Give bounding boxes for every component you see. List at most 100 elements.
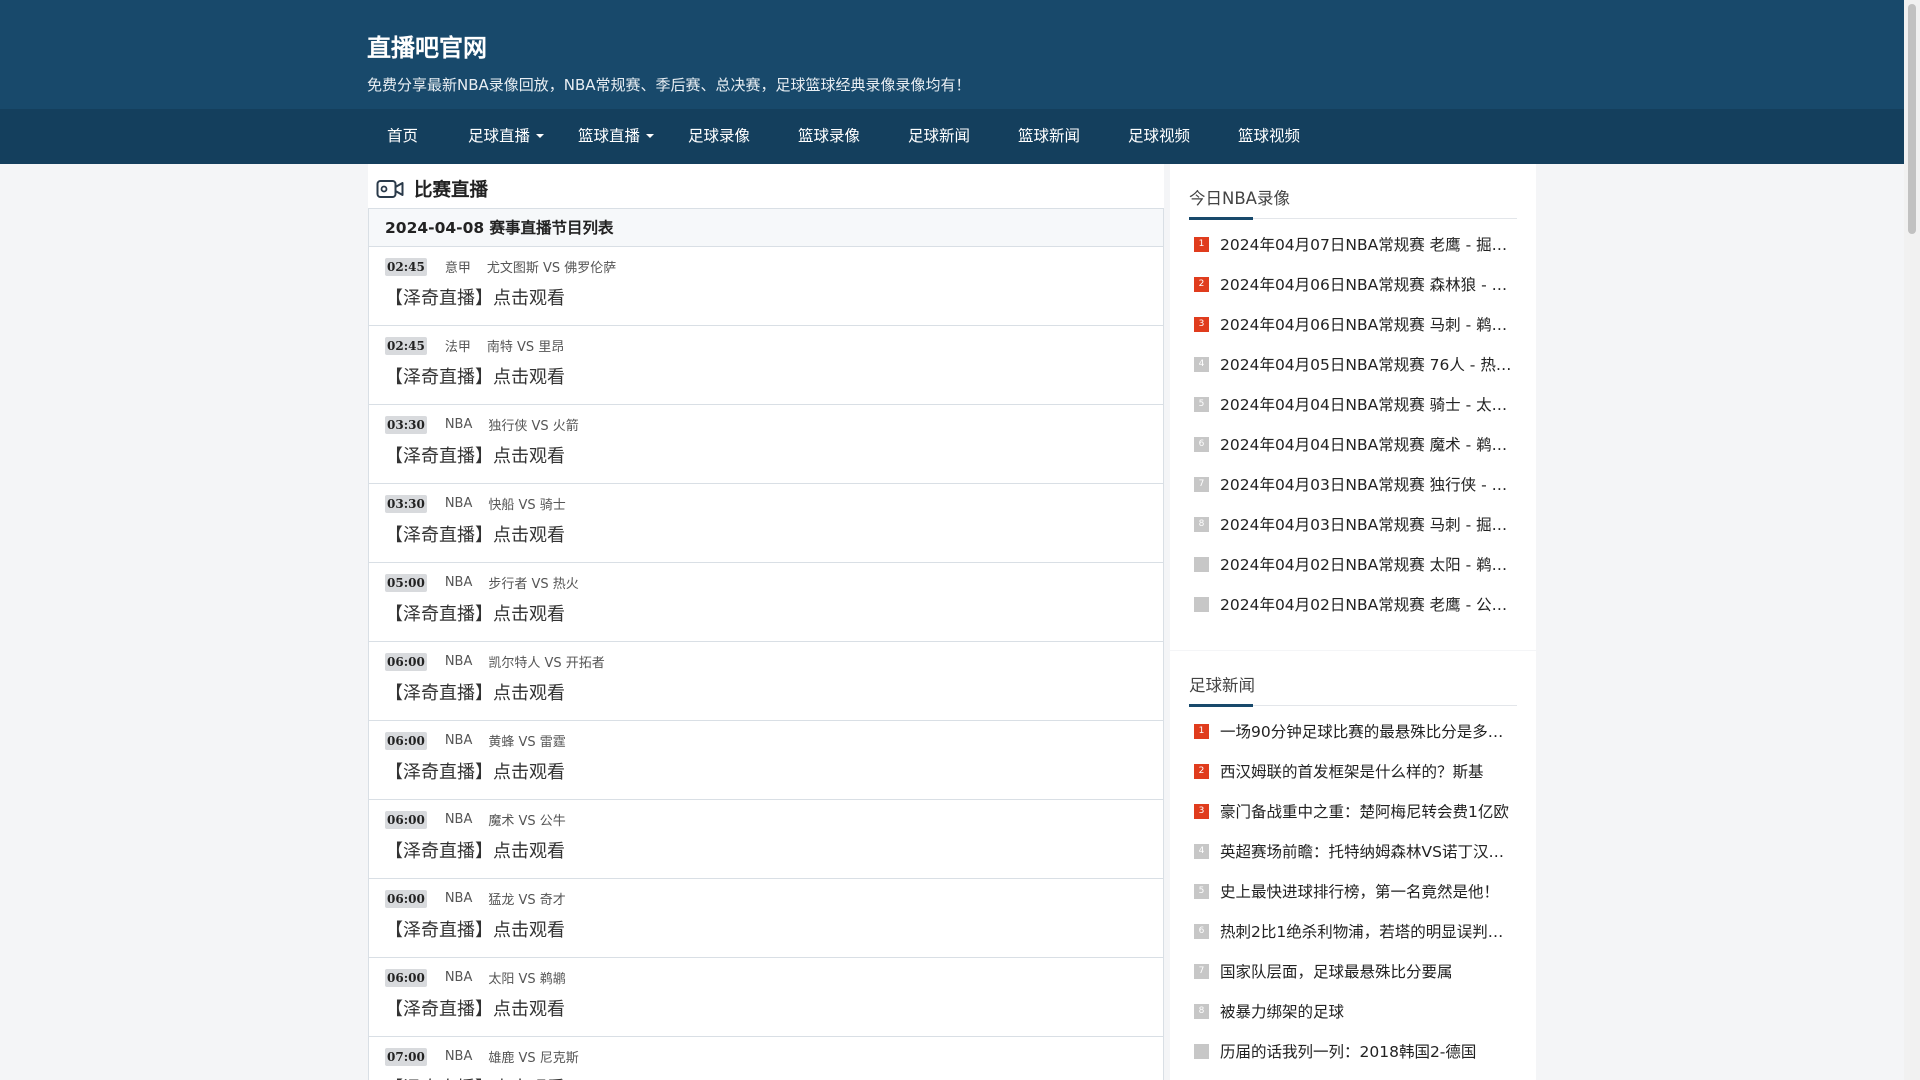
nav-label: 足球录像 <box>688 127 751 145</box>
match-teams: 雄鹿 VS 尼克斯 <box>488 1051 579 1066</box>
rank-badge: 8 <box>1194 516 1209 532</box>
nav-item-football-live[interactable]: 足球直播 <box>468 109 545 164</box>
item-title: 2024年04月03日NBA常规赛 独行侠 - 勇士 全场录像 <box>1220 476 1516 494</box>
section-header: 比赛直播 <box>376 172 488 206</box>
match-row: 06:00 NBA 凯尔特人 VS 开拓者 【泽奇直播】点击观看 <box>369 642 1163 721</box>
match-time: 03:30 <box>385 494 427 513</box>
scrollbar-thumb[interactable] <box>1908 4 1916 234</box>
site-subtitle: 免费分享最新NBA录像回放，NBA常规赛、季后赛、总决赛，足球篮球经典录像录像均… <box>367 76 971 94</box>
watch-link-text: 点击观看 <box>493 762 565 783</box>
watch-link[interactable]: 【泽奇直播】点击观看 <box>385 442 565 468</box>
watch-link-text: 点击观看 <box>493 683 565 704</box>
match-league: 意甲 <box>444 261 471 276</box>
watch-link[interactable]: 【泽奇直播】点击观看 <box>385 995 565 1021</box>
watch-link-prefix: 【泽奇直播】 <box>385 762 493 783</box>
match-league: NBA <box>444 1049 473 1064</box>
match-info: 06:00 NBA 凯尔特人 VS 开拓者 <box>385 652 605 671</box>
watch-link[interactable]: 【泽奇直播】点击观看 <box>385 837 565 863</box>
nav-item-football-news[interactable]: 足球新闻 <box>908 109 970 164</box>
rank-badge: 3 <box>1194 803 1209 819</box>
item-title: 2024年04月06日NBA常规赛 马刺 - 鹈鹕 全场录像 <box>1220 316 1516 334</box>
match-teams: 凯尔特人 VS 开拓者 <box>488 656 605 671</box>
watch-link[interactable]: 【泽奇直播】点击观看 <box>385 363 565 389</box>
match-info: 03:30 NBA 快船 VS 骑士 <box>385 494 566 513</box>
side-list-item[interactable]: 4 2024年04月05日NBA常规赛 76人 - 热火 全场录像 <box>1189 344 1517 384</box>
match-league: NBA <box>444 970 473 985</box>
match-time: 07:00 <box>385 1047 427 1066</box>
match-info: 06:00 NBA 太阳 VS 鹈鹕 <box>385 968 566 987</box>
rank-badge: 2 <box>1194 763 1209 779</box>
item-title: 2024年04月07日NBA常规赛 老鹰 - 掘金 全场录像 <box>1220 236 1516 254</box>
brand: 直播吧官网 免费分享最新NBA录像回放，NBA常规赛、季后赛、总决赛，足球篮球经… <box>367 30 971 95</box>
side-list-item[interactable]: 3 豪门备战重中之重：楚阿梅尼转会费1亿欧 <box>1189 791 1517 831</box>
nav-item-basketball-video[interactable]: 篮球视频 <box>1238 109 1300 164</box>
watch-link[interactable]: 【泽奇直播】点击观看 <box>385 284 565 310</box>
nav-label: 篮球录像 <box>798 127 861 145</box>
side-list-item[interactable]: 6 热刺2比1绝杀利物浦，若塔的明显误判无误 <box>1189 911 1517 951</box>
nav-item-basketball-live[interactable]: 篮球直播 <box>578 109 655 164</box>
main-nav: 首页 足球直播 篮球直播 足球录像 篮球录像 足球新闻 篮球新闻 足球视频 篮球… <box>0 109 1904 164</box>
item-title: 2024年04月02日NBA常规赛 太阳 - 鹈鹕 全场录像 <box>1220 556 1516 574</box>
side-list-item[interactable]: 7 国家队层面，足球最悬殊比分要属 <box>1189 951 1517 991</box>
watch-link-prefix: 【泽奇直播】 <box>385 604 493 625</box>
side-list-item[interactable]: 2 2024年04月06日NBA常规赛 森林狼 - 太阳 全场录像 <box>1189 264 1517 304</box>
side-list-item[interactable]: 4 英超赛场前瞻：托特纳姆森林VS诺丁汉森林 <box>1189 831 1517 871</box>
side-list-item[interactable]: 3 2024年04月06日NBA常规赛 马刺 - 鹈鹕 全场录像 <box>1189 304 1517 344</box>
side-list-item[interactable]: 7 2024年04月03日NBA常规赛 独行侠 - 勇士 全场录像 <box>1189 464 1517 504</box>
nav-item-football-video[interactable]: 足球视频 <box>1128 109 1190 164</box>
side-list-item[interactable]: 2024年04月02日NBA常规赛 老鹰 - 公牛 全场录像 <box>1189 584 1517 624</box>
match-row: 06:00 NBA 猛龙 VS 奇才 【泽奇直播】点击观看 <box>369 879 1163 958</box>
nav-item-football-replay[interactable]: 足球录像 <box>688 109 750 164</box>
side-list-item[interactable]: 1 一场90分钟足球比赛的最悬殊比分是多少？ <box>1189 711 1517 751</box>
match-row: 05:00 NBA 步行者 VS 热火 【泽奇直播】点击观看 <box>369 563 1163 642</box>
nav-label: 足球视频 <box>1128 127 1191 145</box>
match-time: 06:00 <box>385 652 427 671</box>
watch-link[interactable]: 【泽奇直播】点击观看 <box>385 679 565 705</box>
watch-link-text: 点击观看 <box>493 604 565 625</box>
side-list-item[interactable]: 2 西汉姆联的首发框架是什么样的？斯基 <box>1189 751 1517 791</box>
nav-item-home[interactable]: 首页 <box>387 109 418 164</box>
site-title[interactable]: 直播吧官网 <box>367 30 971 66</box>
match-row: 06:00 NBA 太阳 VS 鹈鹕 【泽奇直播】点击观看 <box>369 958 1163 1037</box>
widget-title: 今日NBA录像 <box>1189 189 1290 208</box>
side-list-item[interactable]: 2024年04月02日NBA常规赛 太阳 - 鹈鹕 全场录像 <box>1189 544 1517 584</box>
match-teams: 太阳 VS 鹈鹕 <box>488 972 566 987</box>
watch-link-text: 点击观看 <box>493 920 565 941</box>
item-title: 西汉姆联的首发框架是什么样的？斯基 <box>1220 763 1484 781</box>
rank-badge: 5 <box>1194 883 1209 899</box>
football-news-widget: 足球新闻 1 一场90分钟足球比赛的最悬殊比分是多少？ 2 西汉姆联的首发框架是什么样… <box>1170 651 1536 1080</box>
side-list-item[interactable]: 5 史上最快进球排行榜，第一名竟然是他！ <box>1189 871 1517 911</box>
side-list-item[interactable]: 8 被暴力绑架的足球 <box>1189 991 1517 1031</box>
match-league: NBA <box>444 812 473 827</box>
match-info: 03:30 NBA 独行侠 VS 火箭 <box>385 415 579 434</box>
match-time: 06:00 <box>385 731 427 750</box>
watch-link-prefix: 【泽奇直播】 <box>385 683 493 704</box>
side-list-item[interactable]: 6 2024年04月04日NBA常规赛 魔术 - 鹈鹕 全场录像 <box>1189 424 1517 464</box>
item-title: 2024年04月04日NBA常规赛 骑士 - 太阳 全场录像 <box>1220 396 1516 414</box>
watch-link-text: 点击观看 <box>493 446 565 467</box>
match-row: 06:00 NBA 魔术 VS 公牛 【泽奇直播】点击观看 <box>369 800 1163 879</box>
page-scrollbar[interactable] <box>1904 0 1920 1080</box>
watch-link[interactable]: 【泽奇直播】点击观看 <box>385 521 565 547</box>
watch-link[interactable]: 【泽奇直播】点击观看 <box>385 1074 565 1080</box>
match-time: 03:30 <box>385 415 427 434</box>
list-header: 2024-04-08 赛事直播节目列表 <box>369 209 1163 247</box>
side-list-item[interactable]: 1 2024年04月07日NBA常规赛 老鹰 - 掘金 全场录像 <box>1189 224 1517 264</box>
item-title: 国家队层面，足球最悬殊比分要属 <box>1220 963 1453 981</box>
match-row: 02:45 意甲 尤文图斯 VS 佛罗伦萨 【泽奇直播】点击观看 <box>369 247 1163 326</box>
side-list-item[interactable]: 历届的话我列一列：2018韩国2-德国 <box>1189 1031 1517 1071</box>
watch-link[interactable]: 【泽奇直播】点击观看 <box>385 758 565 784</box>
match-info: 05:00 NBA 步行者 VS 热火 <box>385 573 579 592</box>
side-list-item[interactable]: 5 2024年04月04日NBA常规赛 骑士 - 太阳 全场录像 <box>1189 384 1517 424</box>
match-league: NBA <box>444 733 473 748</box>
nav-item-basketball-replay[interactable]: 篮球录像 <box>798 109 860 164</box>
caret-down-icon <box>646 134 655 138</box>
match-time: 05:00 <box>385 573 427 592</box>
item-title: 2024年04月06日NBA常规赛 森林狼 - 太阳 全场录像 <box>1220 276 1516 294</box>
divider-accent <box>1189 217 1253 220</box>
watch-link[interactable]: 【泽奇直播】点击观看 <box>385 600 565 626</box>
watch-link[interactable]: 【泽奇直播】点击观看 <box>385 916 565 942</box>
nav-item-basketball-news[interactable]: 篮球新闻 <box>1018 109 1080 164</box>
rank-badge: 3 <box>1194 316 1209 332</box>
side-list-item[interactable]: 8 2024年04月03日NBA常规赛 马刺 - 掘金 全场录像 <box>1189 504 1517 544</box>
